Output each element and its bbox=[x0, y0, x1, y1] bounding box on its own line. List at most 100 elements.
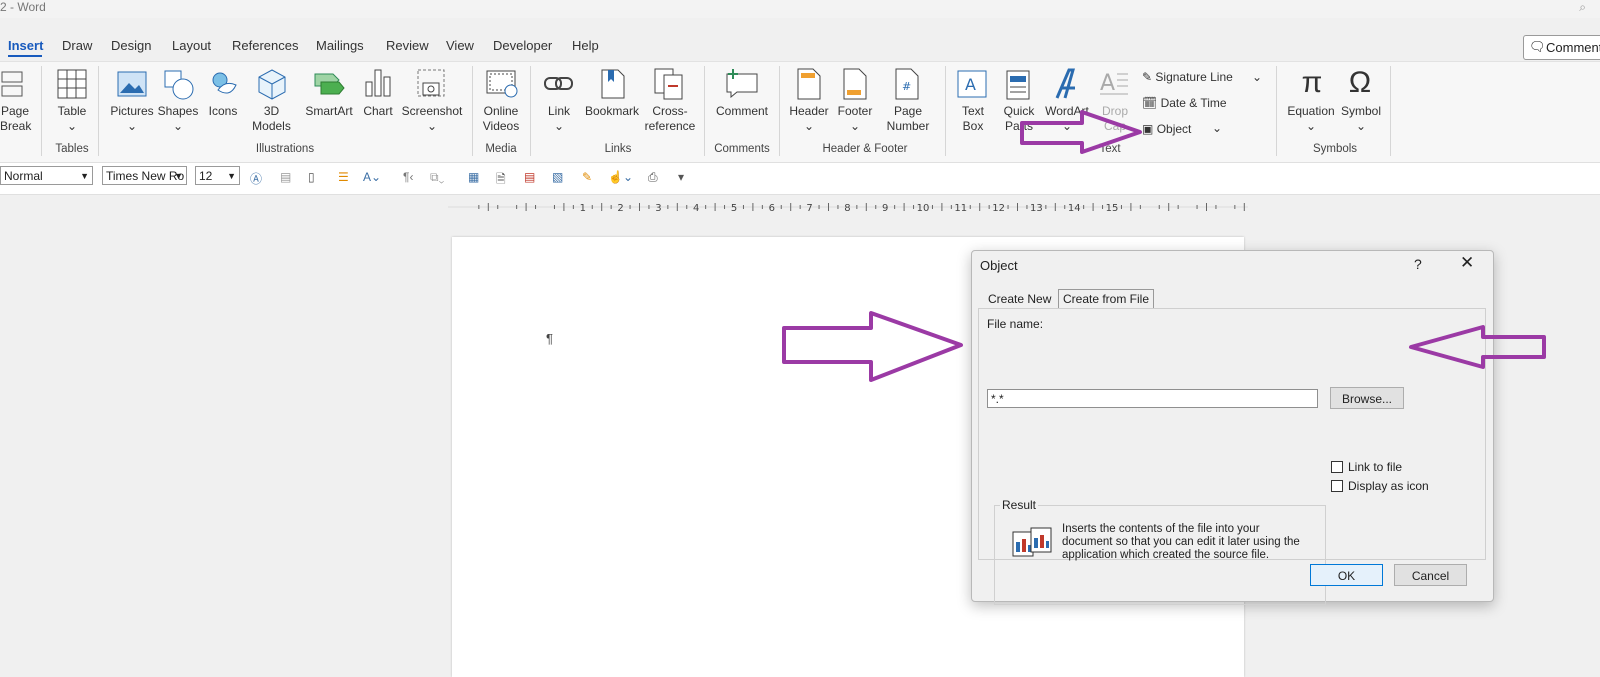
tab-review[interactable]: Review bbox=[386, 38, 429, 53]
tab-layout[interactable]: Layout bbox=[172, 38, 211, 53]
text-box-button[interactable]: Text Box bbox=[952, 104, 994, 134]
smartart-button[interactable]: SmartArt bbox=[302, 104, 356, 119]
group-comments-label: Comments bbox=[714, 143, 770, 155]
equation-button[interactable]: Equation ⌄ bbox=[1282, 104, 1340, 134]
shapes-button[interactable]: Shapes ⌄ bbox=[155, 104, 201, 134]
text-box-small-icon[interactable]: Ⓐ bbox=[250, 170, 262, 187]
tab-view[interactable]: View bbox=[446, 38, 474, 53]
style-select[interactable]: Normal ▼ bbox=[0, 166, 93, 185]
quick-format-toolbar bbox=[0, 162, 1600, 195]
columns-icon[interactable]: ▦ bbox=[468, 170, 479, 184]
page-break-button[interactable]: Page Break bbox=[0, 104, 31, 134]
help-icon[interactable]: ? bbox=[1414, 256, 1422, 272]
browse-button[interactable]: Browse... bbox=[1330, 387, 1404, 409]
chart-icon bbox=[365, 69, 391, 97]
comment-button[interactable]: Comment bbox=[712, 104, 772, 119]
chevron-down-icon: ⌄ bbox=[126, 119, 138, 133]
link-to-file-checkbox[interactable] bbox=[1331, 461, 1343, 473]
tab-panel: File name: *.* Browse... Link to file Di… bbox=[978, 308, 1486, 605]
header-button[interactable]: Header ⌄ bbox=[786, 104, 832, 134]
tab-developer[interactable]: Developer bbox=[493, 38, 552, 53]
ruler-number: 1 bbox=[580, 203, 586, 214]
quick-parts-button[interactable]: Quick Parts bbox=[996, 104, 1042, 134]
group-media-label: Media bbox=[485, 143, 517, 155]
result-description: Inserts the contents of the file into yo… bbox=[1062, 523, 1300, 561]
object-button[interactable]: ▣ Object bbox=[1142, 122, 1212, 137]
page-break-icon bbox=[1, 71, 23, 97]
tab-help[interactable]: Help bbox=[572, 38, 599, 53]
tab-design[interactable]: Design bbox=[111, 38, 151, 53]
comments-button[interactable]: 🗨 Comments bbox=[1523, 35, 1600, 60]
chart-button[interactable]: Chart bbox=[358, 104, 398, 119]
mail-merge-icon[interactable]: ▤ bbox=[524, 170, 535, 184]
cancel-button[interactable]: Cancel bbox=[1394, 564, 1467, 586]
link-to-file-label[interactable]: Link to file bbox=[1348, 460, 1402, 474]
edit-icon[interactable]: ✎ bbox=[582, 170, 592, 184]
footer-label: Footer bbox=[837, 104, 873, 118]
text-box-label-1: Text bbox=[961, 104, 984, 118]
ruler-number: 3 bbox=[655, 203, 661, 214]
group-separator bbox=[1390, 66, 1391, 156]
wordart-small-icon[interactable]: A⌄ bbox=[363, 170, 381, 184]
pictures-button[interactable]: Pictures ⌄ bbox=[108, 104, 156, 134]
display-as-icon-label[interactable]: Display as icon bbox=[1348, 479, 1429, 493]
touch-mode-icon[interactable]: ☝⌄ bbox=[608, 170, 633, 184]
chevron-down-icon[interactable]: ⌄ bbox=[1212, 121, 1222, 136]
chevron-down-icon: ⌄ bbox=[426, 119, 438, 133]
ribbon-tabs: Insert Draw Design Layout References Mai… bbox=[0, 32, 1600, 60]
chevron-down-icon[interactable]: ⌄ bbox=[1252, 70, 1262, 85]
tab-insert[interactable]: Insert bbox=[8, 38, 43, 53]
signature-line-button[interactable]: ✎ Signature Line bbox=[1142, 70, 1262, 85]
group-icon[interactable]: ⧉⌄ bbox=[430, 170, 444, 185]
ruler-number: 5 bbox=[731, 203, 737, 214]
close-icon[interactable]: ✕ bbox=[1460, 253, 1474, 273]
cross-reference-button[interactable]: Cross-reference bbox=[640, 104, 700, 134]
page-number-label-1: Page bbox=[893, 104, 923, 118]
drop-cap-button[interactable]: Drop Cap bbox=[1094, 104, 1136, 134]
pictures-icon bbox=[117, 71, 147, 97]
tab-mailings[interactable]: Mailings bbox=[316, 38, 364, 53]
table-button[interactable]: Table ⌄ bbox=[50, 104, 94, 134]
object-dialog: Object ? ✕ Create New Create from File F… bbox=[971, 250, 1494, 605]
text-box-icon: A bbox=[957, 70, 987, 98]
check-doc-icon[interactable]: ▧ bbox=[552, 170, 563, 184]
page-number-button[interactable]: Page Number bbox=[878, 104, 938, 134]
font-size-select[interactable]: 12 ▼ bbox=[195, 166, 240, 185]
tab-references[interactable]: References bbox=[232, 38, 298, 53]
page-icon[interactable]: ▯ bbox=[308, 170, 315, 184]
file-name-input[interactable]: *.* bbox=[987, 389, 1318, 408]
screenshot-button[interactable]: Screenshot ⌄ bbox=[400, 104, 464, 134]
footer-button[interactable]: Footer ⌄ bbox=[832, 104, 878, 134]
symbol-button[interactable]: Symbol ⌄ bbox=[1336, 104, 1386, 134]
icons-button[interactable]: Icons bbox=[203, 104, 243, 119]
tab-create-from-file[interactable]: Create from File bbox=[1058, 289, 1155, 308]
group-separator bbox=[98, 66, 99, 156]
cross-reference-label-1: Cross- bbox=[652, 104, 688, 118]
ruler-number: 12 bbox=[992, 203, 1005, 214]
online-videos-label-1: Online bbox=[483, 104, 519, 118]
font-size-value: 12 bbox=[199, 169, 213, 183]
online-videos-button[interactable]: Online Videos bbox=[478, 104, 524, 134]
tab-create-new[interactable]: Create New bbox=[984, 290, 1055, 308]
paragraph-mark-icon[interactable]: ¶‹ bbox=[403, 170, 413, 184]
cross-reference-icon bbox=[654, 68, 683, 100]
list-icon[interactable]: ☰ bbox=[338, 170, 349, 184]
doc-settings-icon[interactable]: 🗎 bbox=[496, 170, 506, 191]
customize-toolbar-icon[interactable]: ▾ bbox=[678, 170, 684, 184]
ruler-number: 6 bbox=[769, 203, 775, 214]
ok-button[interactable]: OK bbox=[1310, 564, 1383, 586]
font-select[interactable]: Times New Ro ▼ bbox=[102, 166, 187, 185]
document-icon[interactable]: ▤ bbox=[280, 170, 291, 184]
header-label: Header bbox=[789, 104, 829, 118]
print-icon[interactable]: ⎙ bbox=[648, 170, 658, 185]
display-as-icon-checkbox[interactable] bbox=[1331, 480, 1343, 492]
link-button[interactable]: Link ⌄ bbox=[538, 104, 580, 134]
title-bar: 2 - Word ⌕ bbox=[0, 0, 1600, 18]
date-time-button[interactable]: 🗓 Date & Time bbox=[1142, 96, 1252, 111]
bookmark-button[interactable]: Bookmark bbox=[583, 104, 641, 119]
wordart-button[interactable]: WordArt ⌄ bbox=[1040, 104, 1094, 134]
3d-models-button[interactable]: 3D Models bbox=[244, 104, 299, 134]
search-icon[interactable]: ⌕ bbox=[1579, 0, 1586, 15]
tab-draw[interactable]: Draw bbox=[62, 38, 92, 53]
chevron-down-icon: ⌄ bbox=[849, 119, 861, 133]
